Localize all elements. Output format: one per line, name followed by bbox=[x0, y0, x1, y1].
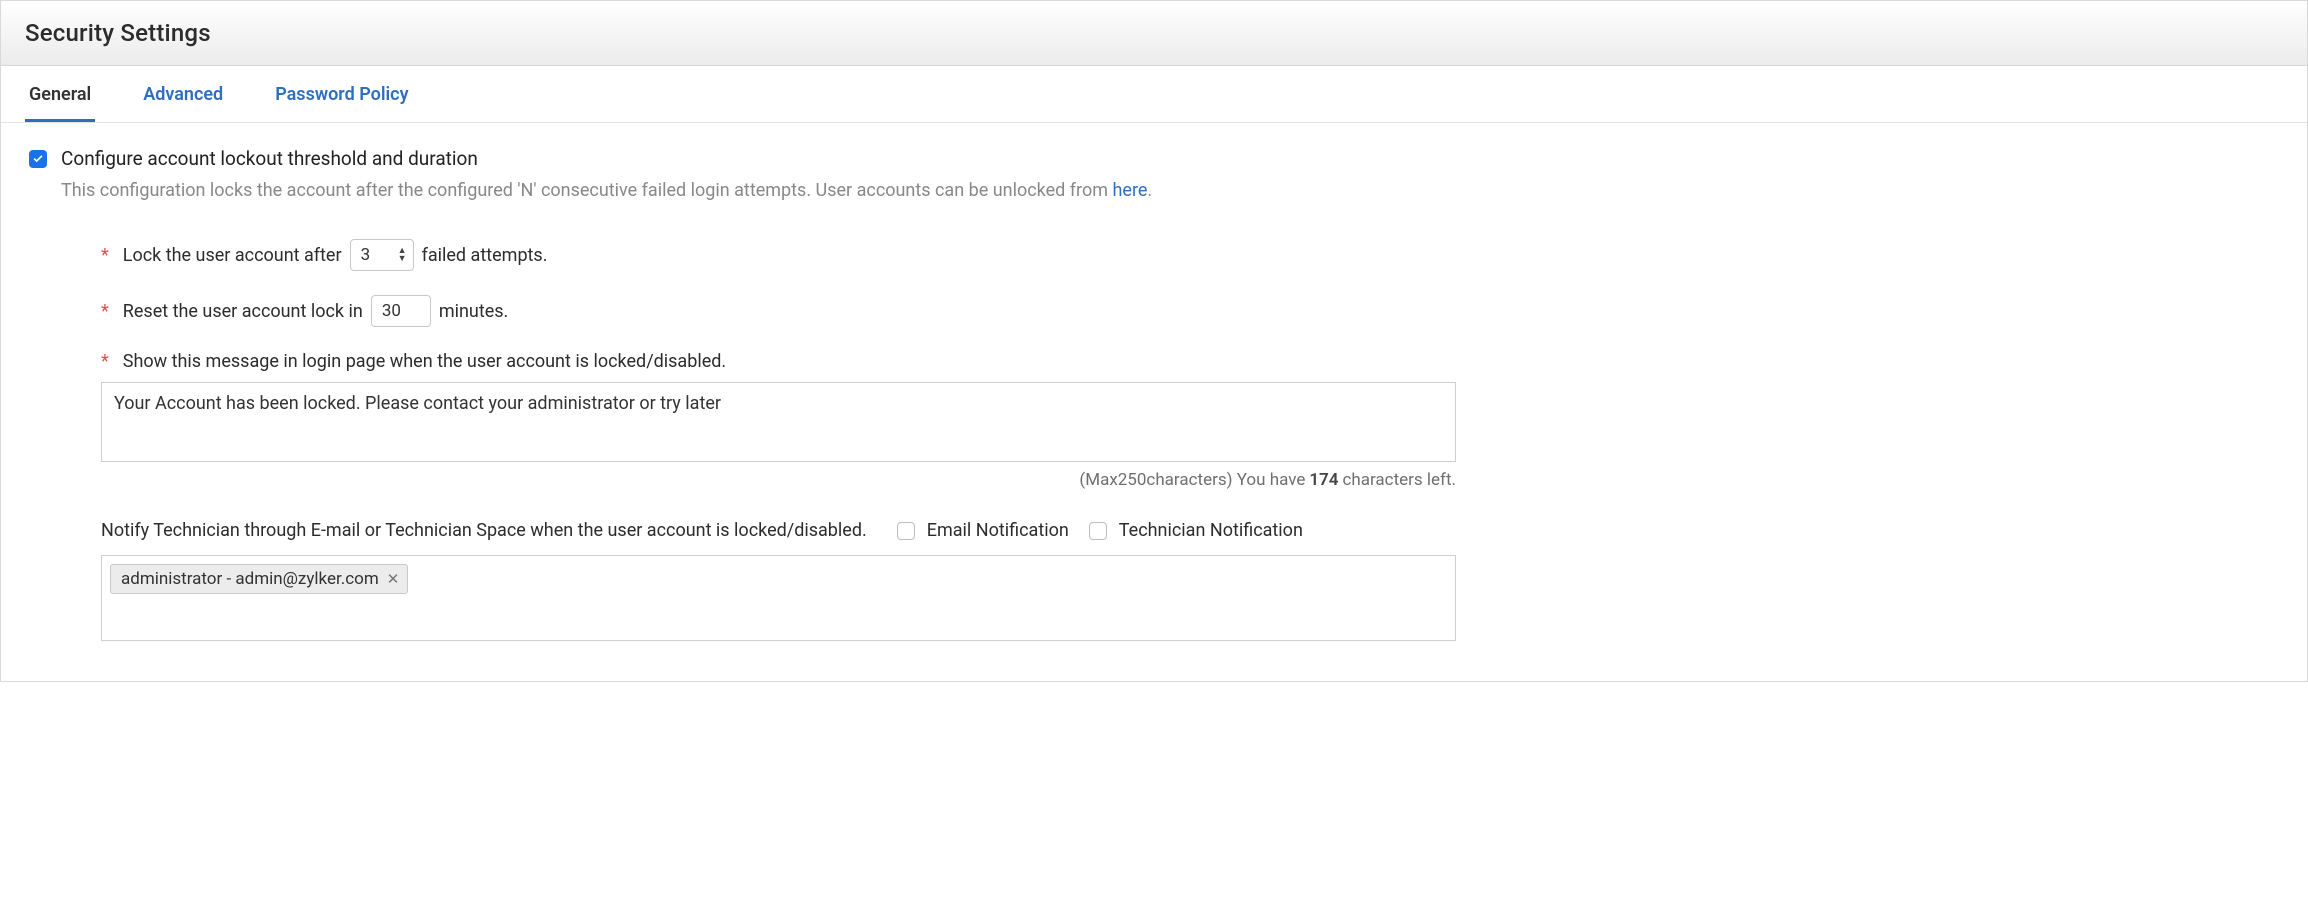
lockout-message-textarea[interactable] bbox=[101, 382, 1456, 462]
email-notification-checkbox[interactable] bbox=[897, 522, 915, 540]
attempts-label-post: failed attempts. bbox=[422, 245, 548, 266]
configure-lockout-checkbox[interactable] bbox=[29, 150, 47, 168]
page-container: Security Settings General Advanced Passw… bbox=[0, 0, 2308, 682]
remove-chip-icon[interactable]: ✕ bbox=[387, 570, 400, 588]
configure-help-text: This configuration locks the account aft… bbox=[61, 180, 2275, 201]
page-header: Security Settings bbox=[1, 1, 2307, 66]
help-pre: This configuration locks the account aft… bbox=[61, 180, 1112, 201]
required-asterisk: * bbox=[101, 351, 109, 372]
message-label: Show this message in login page when the… bbox=[123, 351, 726, 372]
required-asterisk: * bbox=[101, 245, 109, 266]
technician-notification-option: Technician Notification bbox=[1089, 520, 1303, 541]
email-notification-label: Email Notification bbox=[927, 520, 1069, 541]
chars-left-value: 174 bbox=[1309, 470, 1338, 490]
reset-input[interactable]: 30 bbox=[371, 295, 431, 327]
tab-advanced[interactable]: Advanced bbox=[139, 66, 227, 122]
notify-row: Notify Technician through E-mail or Tech… bbox=[101, 520, 1456, 541]
content-area: Configure account lockout threshold and … bbox=[1, 123, 2307, 681]
attempts-label-pre: Lock the user account after bbox=[123, 245, 342, 266]
tab-general[interactable]: General bbox=[25, 66, 95, 122]
recipient-chip: administrator - admin@zylker.com ✕ bbox=[110, 564, 408, 594]
message-label-row: * Show this message in login page when t… bbox=[101, 351, 2275, 372]
configure-lockout-label: Configure account lockout threshold and … bbox=[61, 147, 478, 170]
tab-password-policy[interactable]: Password Policy bbox=[271, 66, 412, 122]
recipient-chip-text: administrator - admin@zylker.com bbox=[121, 569, 379, 589]
technician-notification-checkbox[interactable] bbox=[1089, 522, 1107, 540]
reset-label-post: minutes. bbox=[439, 301, 509, 322]
reset-value: 30 bbox=[382, 301, 401, 321]
attempts-value: 3 bbox=[361, 245, 371, 265]
lockout-fields: * Lock the user account after 3 ▲▼ faile… bbox=[101, 239, 2275, 641]
char-remaining: (Max 250 characters) You have 174 charac… bbox=[101, 470, 1456, 490]
attempts-input[interactable]: 3 ▲▼ bbox=[350, 239, 414, 271]
reset-label-pre: Reset the user account lock in bbox=[123, 301, 363, 322]
help-post: . bbox=[1147, 180, 1152, 201]
technician-notification-label: Technician Notification bbox=[1119, 520, 1303, 541]
page-title: Security Settings bbox=[25, 19, 2283, 47]
email-notification-option: Email Notification bbox=[897, 520, 1069, 541]
spinner-icon[interactable]: ▲▼ bbox=[398, 248, 407, 263]
reset-row: * Reset the user account lock in 30 minu… bbox=[101, 295, 2275, 327]
attempts-row: * Lock the user account after 3 ▲▼ faile… bbox=[101, 239, 2275, 271]
check-icon bbox=[32, 153, 44, 165]
required-asterisk: * bbox=[101, 301, 109, 322]
recipients-box[interactable]: administrator - admin@zylker.com ✕ bbox=[101, 555, 1456, 641]
tabstrip: General Advanced Password Policy bbox=[1, 66, 2307, 123]
unlock-here-link[interactable]: here bbox=[1112, 180, 1147, 201]
notify-label: Notify Technician through E-mail or Tech… bbox=[101, 520, 867, 541]
notify-options: Email Notification Technician Notificati… bbox=[897, 520, 1303, 541]
configure-lockout-row: Configure account lockout threshold and … bbox=[29, 147, 2275, 170]
